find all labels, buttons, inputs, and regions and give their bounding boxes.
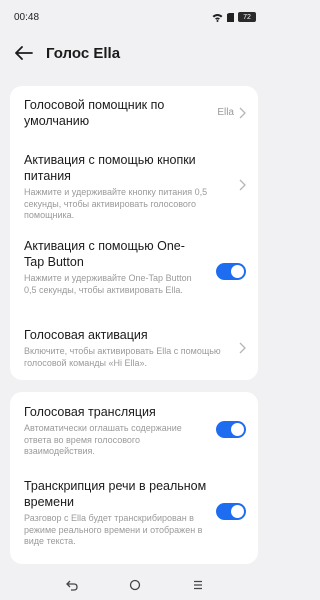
one-tap-toggle[interactable] [216,263,246,280]
header: Голос Ella [0,34,270,72]
default-assistant-value: Ella [217,107,234,118]
system-nav-bar [0,570,270,600]
voice-output-card: Голосовая трансляция Автоматически оглаш… [10,392,258,564]
voice-activation-title: Голосовая активация [24,328,148,342]
transcription-desc: Разговор с Ella будет транскрибирован в … [24,513,203,546]
status-icons: 72 [212,12,256,22]
arrow-left-icon [15,46,33,60]
nav-home-icon [129,579,141,591]
nav-back-button[interactable] [62,575,82,595]
status-time: 00:48 [14,11,40,23]
power-button-desc: Нажмите и удерживайте кнопку питания 0,5… [24,187,208,220]
toggle-knob [231,505,244,518]
one-tap-desc: Нажмите и удерживайте One-Tap Button 0,5… [24,273,192,295]
transcription-toggle[interactable] [216,503,246,520]
status-bar: 00:48 72 [0,0,270,34]
toggle-knob [231,423,244,436]
power-button-title: Активация с помощью кнопки питания [24,153,196,183]
transcription-title: Транскрипция речи в реальном времени [24,479,207,509]
nav-recents-button[interactable] [188,575,208,595]
back-button[interactable] [12,41,36,65]
sim-icon [227,12,234,22]
default-assistant-title: Голосовой помощник по умолчанию [24,98,165,128]
assistant-settings-card: Голосовой помощник по умолчанию Ella Акт… [10,86,258,380]
one-tap-title: Активация с помощью One-Tap Button [24,239,185,269]
voice-broadcast-desc: Автоматически оглашать содержание ответа… [24,423,182,456]
voice-broadcast-toggle[interactable] [216,421,246,438]
nav-recents-icon [194,580,203,590]
voice-activation-desc: Включите, чтобы активировать Ella с помо… [24,346,221,368]
wifi-icon [212,13,223,22]
battery-icon: 72 [238,12,256,22]
chevron-right-icon [239,179,246,191]
voice-broadcast-title: Голосовая трансляция [24,405,156,419]
nav-home-button[interactable] [125,575,145,595]
page-title: Голос Ella [46,44,121,62]
chevron-right-icon [239,342,246,354]
chevron-right-icon [239,107,246,119]
nav-back-icon [65,580,78,591]
toggle-knob [231,265,244,278]
